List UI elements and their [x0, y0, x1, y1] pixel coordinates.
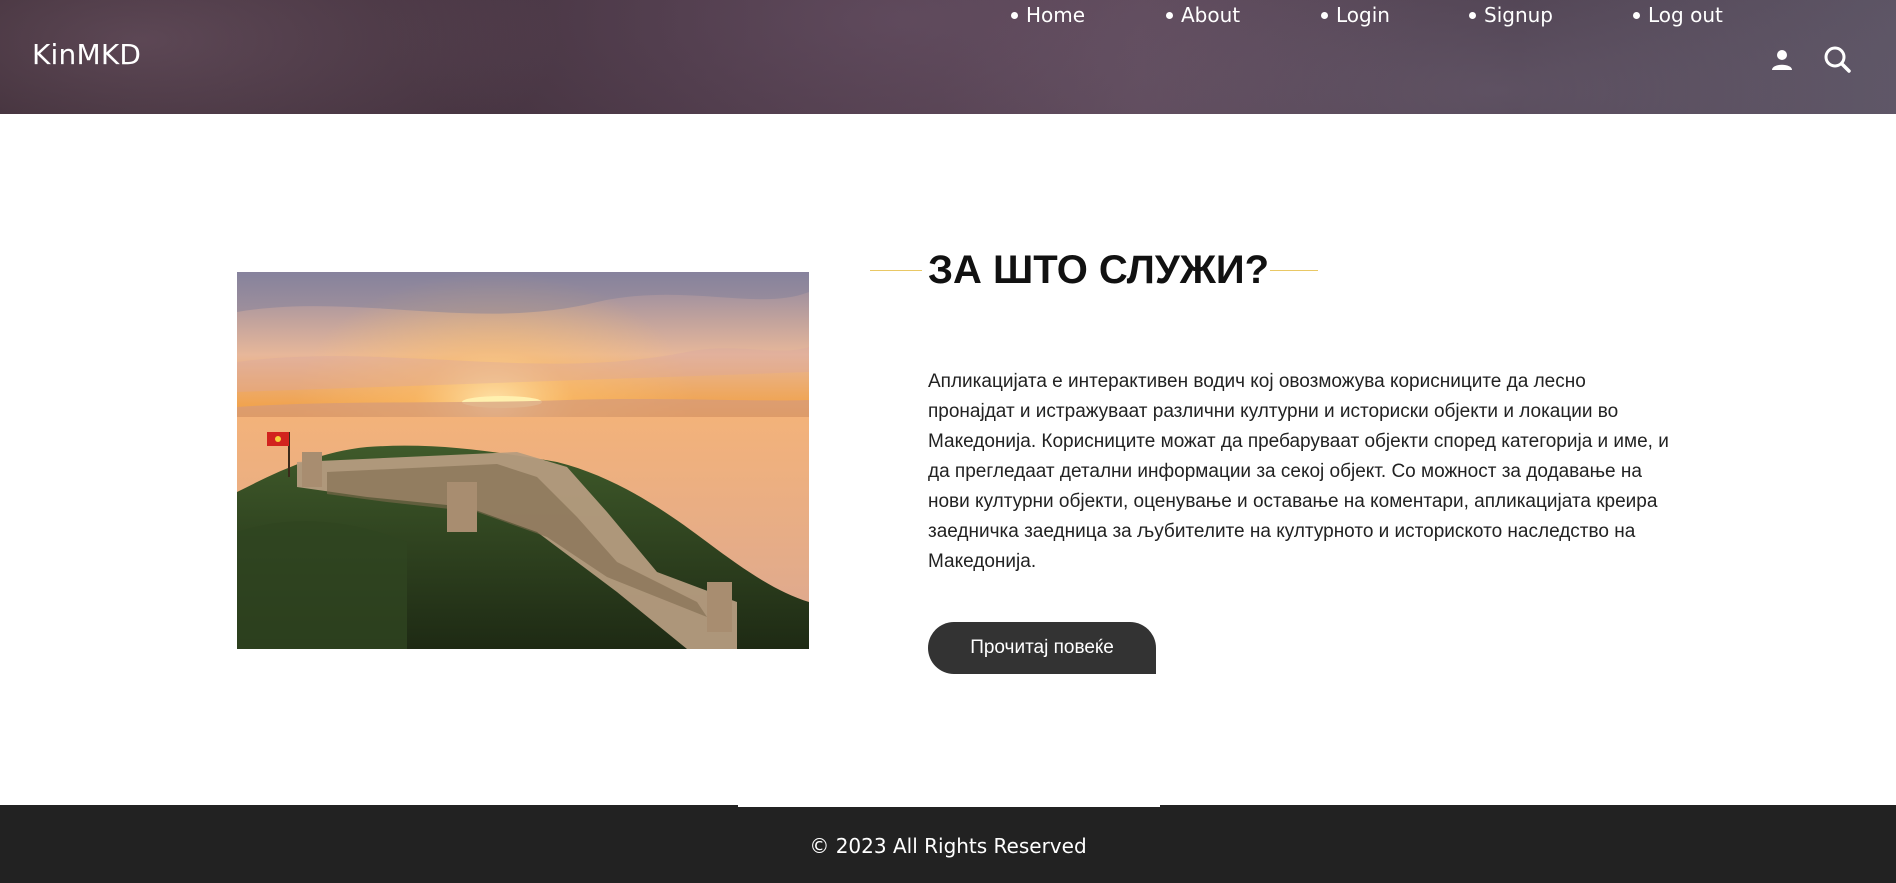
- user-icon[interactable]: [1767, 44, 1797, 74]
- nav-home[interactable]: Home: [1011, 0, 1085, 30]
- bullet-icon: [1469, 11, 1476, 19]
- copyright-text: © 2023 All Rights Reserved: [809, 834, 1087, 858]
- nav-about-label: About: [1181, 3, 1241, 27]
- brand-logo[interactable]: KinMKD: [32, 38, 141, 71]
- bullet-icon: [1011, 11, 1018, 19]
- nav-login[interactable]: Login: [1321, 0, 1390, 30]
- nav-logout-label: Log out: [1648, 3, 1723, 27]
- nav-login-label: Login: [1336, 3, 1390, 27]
- read-more-button[interactable]: Прочитај повеќе: [928, 622, 1156, 674]
- title-decor-line-right: [1270, 270, 1318, 271]
- bullet-icon: [1321, 11, 1328, 19]
- nav-home-label: Home: [1026, 3, 1086, 27]
- section-title-wrap: ЗА ШТО СЛУЖИ?: [870, 245, 1318, 295]
- section-title: ЗА ШТО СЛУЖИ?: [928, 248, 1270, 292]
- search-icon[interactable]: [1822, 44, 1852, 74]
- nav-about[interactable]: About: [1166, 0, 1240, 30]
- bullet-icon: [1633, 11, 1640, 19]
- castle-sunset-image: [237, 272, 809, 649]
- nav-signup[interactable]: Signup: [1469, 0, 1553, 30]
- description-text: Апликацијата е интерактивен водич кој ов…: [928, 371, 1669, 572]
- nav-signup-label: Signup: [1484, 3, 1553, 27]
- site-footer: © 2023 All Rights Reserved: [0, 805, 1896, 883]
- bullet-icon: [1166, 11, 1173, 19]
- nav-logout[interactable]: Log out: [1633, 0, 1723, 30]
- site-header: KinMKD Home About Login Signup Log out: [0, 0, 1896, 114]
- title-decor-line-left: [870, 270, 922, 271]
